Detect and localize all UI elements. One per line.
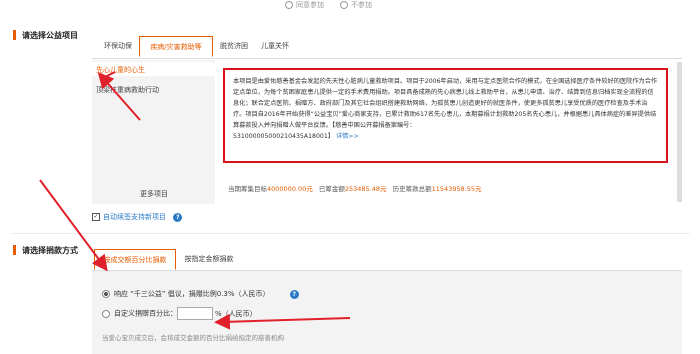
arrow-to-input	[214, 313, 351, 330]
arrow-to-project	[97, 71, 141, 121]
annotation-arrows	[39, 71, 351, 330]
arrow-to-project-head	[102, 71, 116, 79]
arrow-to-tab	[39, 179, 108, 272]
